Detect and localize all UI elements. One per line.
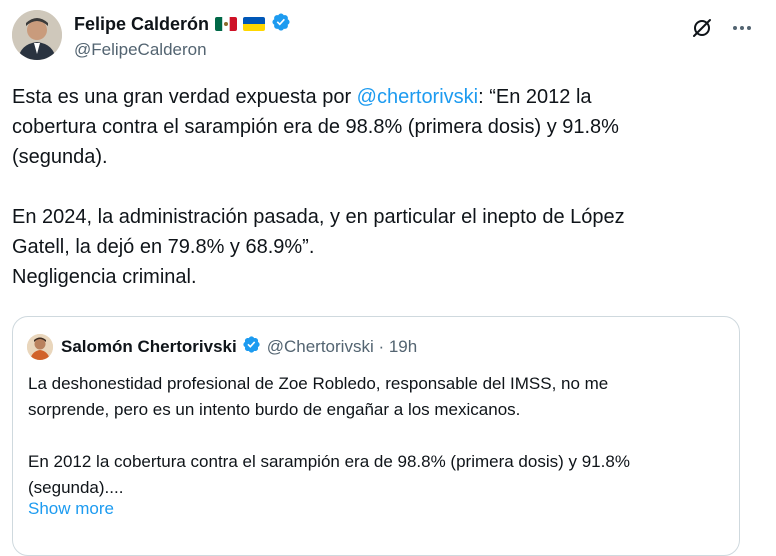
quoted-tweet-text: La deshonestidad profesional de Zoe Robl… bbox=[28, 374, 630, 497]
author-display-name[interactable]: Felipe Calderón bbox=[74, 14, 209, 35]
author-avatar[interactable] bbox=[12, 10, 62, 60]
quoted-author-display-name[interactable]: Salomón Chertorivski bbox=[61, 337, 237, 357]
separator-dot: · bbox=[373, 337, 389, 356]
tweet-header: Felipe Calderón @FelipeCalderon bbox=[12, 10, 762, 66]
grok-icon[interactable] bbox=[690, 16, 714, 40]
ukraine-flag-icon bbox=[243, 17, 266, 31]
verified-badge-icon bbox=[242, 335, 267, 359]
quoted-author-avatar[interactable] bbox=[27, 334, 53, 360]
more-options-icon[interactable] bbox=[728, 14, 756, 42]
mention-link[interactable]: @chertorivski bbox=[357, 86, 478, 108]
mexico-flag-icon bbox=[215, 17, 238, 31]
tweet-text-part: Esta es una gran verdad expuesta por bbox=[12, 86, 357, 108]
quoted-author-handle[interactable]: @Chertorivski bbox=[267, 337, 374, 357]
tweet-text: Esta es una gran verdad expuesta por @ch… bbox=[12, 82, 752, 292]
author-handle[interactable]: @FelipeCalderon bbox=[74, 40, 291, 60]
show-more-link[interactable]: Show more bbox=[28, 499, 114, 519]
quoted-timestamp[interactable]: 19h bbox=[389, 337, 417, 357]
quoted-tweet-card[interactable]: Salomón Chertorivski @Chertorivski · 19h… bbox=[12, 316, 740, 556]
tweet-text-part: : “En 2012 la cobertura contra el saramp… bbox=[12, 86, 625, 288]
verified-badge-icon bbox=[271, 12, 291, 37]
